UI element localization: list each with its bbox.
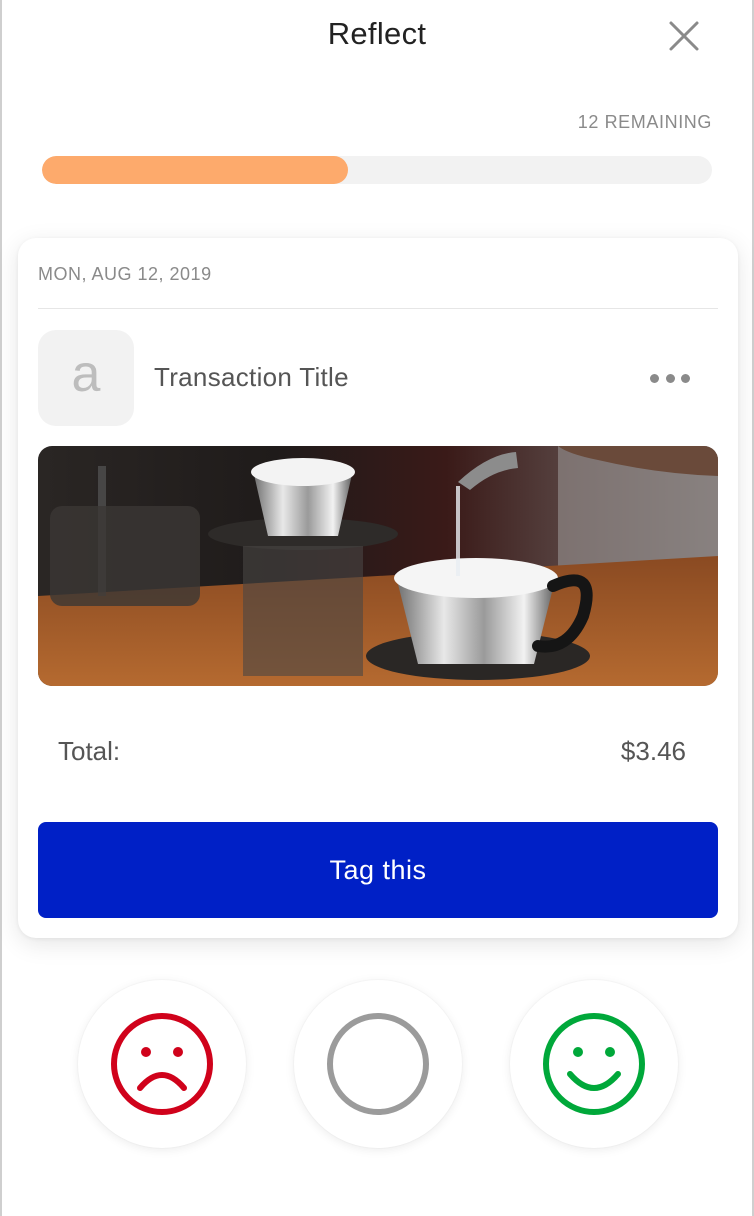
avatar: a <box>38 330 134 426</box>
divider <box>38 308 718 309</box>
tag-this-button[interactable]: Tag this <box>38 822 718 918</box>
happy-mood-button[interactable] <box>510 980 678 1148</box>
neutral-circle-icon <box>327 1013 429 1115</box>
transaction-date: MON, AUG 12, 2019 <box>38 264 212 284</box>
progress-fill <box>42 156 348 184</box>
remaining-count: 12 REMAINING <box>577 112 712 132</box>
more-horizontal-icon-dot <box>665 373 675 383</box>
sad-face-icon <box>111 1013 213 1115</box>
avatar-letter: a <box>71 345 101 403</box>
more-horizontal-icon <box>650 373 659 383</box>
total-label: Total: <box>58 736 121 766</box>
neutral-mood-button[interactable] <box>294 980 462 1148</box>
happy-face-icon <box>543 1013 645 1115</box>
coffee-pour-over-photo <box>38 446 718 686</box>
sad-mood-button[interactable] <box>78 980 246 1148</box>
close-button[interactable] <box>664 16 704 56</box>
more-horizontal-icon-dot <box>681 373 690 383</box>
page-title: Reflect <box>327 16 427 51</box>
transaction-title: Transaction Title <box>154 362 349 392</box>
progress-bar <box>42 156 712 184</box>
transaction-card: MON, AUG 12, 2019 a Transaction Title To… <box>18 238 738 938</box>
more-options-button[interactable] <box>646 362 694 394</box>
total-value: $3.46 <box>620 736 686 766</box>
frame-edge-left <box>0 0 2 1216</box>
close-icon <box>669 21 699 51</box>
